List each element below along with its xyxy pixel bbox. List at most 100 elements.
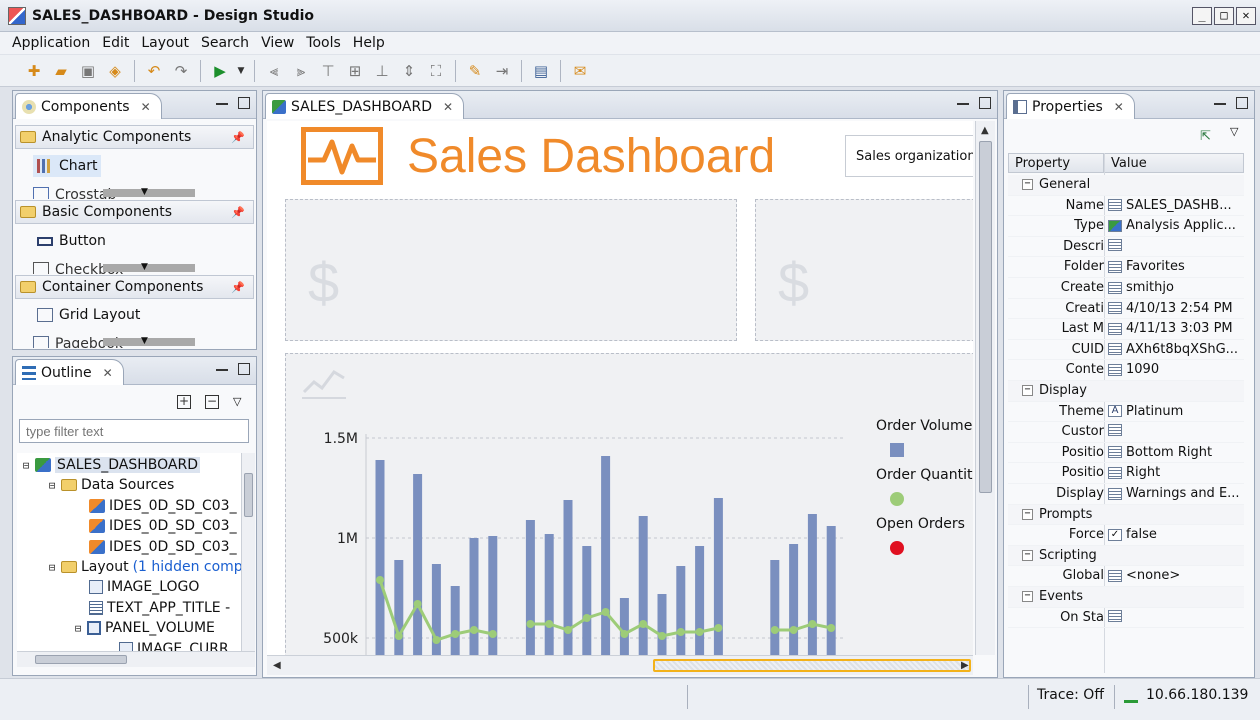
outline-vertical-scrollbar[interactable] [241, 453, 255, 651]
align-middle-icon[interactable]: ⊞ [343, 59, 367, 83]
align-right-icon[interactable]: ⫸ [289, 59, 313, 83]
scroll-thumb[interactable] [35, 655, 127, 664]
property-value[interactable]: Bottom Right [1108, 445, 1212, 460]
tab-properties[interactable]: Properties ✕ [1006, 93, 1135, 119]
tree-node-datasource[interactable]: IDES_0D_SD_C03_ [89, 496, 237, 516]
property-value[interactable] [1108, 238, 1126, 251]
collapse-category-icon[interactable]: − [1022, 385, 1033, 396]
edit-script-icon[interactable]: ✎ [463, 59, 487, 83]
save-all-icon[interactable]: ◈ [103, 59, 127, 83]
sales-organization-dropdown[interactable]: Sales organization [845, 135, 973, 177]
section-analytic-components[interactable]: Analytic Components 📌 [15, 125, 254, 149]
editor-vertical-scrollbar[interactable]: ▲ [975, 121, 995, 655]
tab-components[interactable]: Components ✕ [15, 93, 162, 119]
script-icon[interactable]: ✉ [568, 59, 592, 83]
property-row[interactable]: Creati 4/10/13 2:54 PM [1008, 299, 1244, 320]
align-top-icon[interactable]: ⊤ [316, 59, 340, 83]
property-row[interactable]: Custor [1008, 422, 1244, 443]
close-icon[interactable]: ✕ [1114, 100, 1124, 114]
close-icon[interactable]: ✕ [443, 100, 453, 114]
tree-node-panel-volume[interactable]: ⊟ PANEL_VOLUME [73, 618, 215, 638]
property-column-header[interactable]: Property [1008, 153, 1104, 173]
close-icon[interactable]: ✕ [141, 100, 151, 114]
expand-arrow-icon[interactable]: ▼ [141, 262, 148, 272]
collapse-twisty-icon[interactable]: ⊟ [47, 561, 57, 574]
property-row[interactable]: Folder Favorites [1008, 257, 1244, 278]
menu-application[interactable]: Application [6, 35, 96, 51]
menu-layout[interactable]: Layout [135, 35, 195, 51]
property-value[interactable] [1108, 424, 1126, 437]
close-button[interactable]: ✕ [1236, 7, 1256, 25]
component-grid-layout[interactable]: Grid Layout [33, 304, 144, 326]
distribute-icon[interactable]: ⇕ [397, 59, 421, 83]
property-category-row[interactable]: − General [1008, 175, 1244, 196]
open-folder-icon[interactable]: ▰ [49, 59, 73, 83]
menu-help[interactable]: Help [347, 35, 391, 51]
collapse-category-icon[interactable]: − [1022, 508, 1033, 520]
tree-node-root[interactable]: ⊟ SALES_DASHBOARD [21, 455, 200, 475]
pin-icon[interactable]: 📌 [231, 131, 245, 144]
tree-node-image-logo[interactable]: IMAGE_LOGO [89, 577, 199, 597]
maximize-panel-icon[interactable] [979, 97, 991, 109]
property-value[interactable]: ✓ false [1108, 527, 1157, 542]
property-category-row[interactable]: − Events [1008, 587, 1244, 608]
property-row[interactable]: Type Analysis Applic... [1008, 216, 1244, 237]
expand-arrow-icon[interactable]: ▼ [141, 336, 148, 346]
property-row[interactable]: Conte 1090 [1008, 360, 1244, 381]
tree-node-layout[interactable]: ⊟ Layout (1 hidden comp [47, 557, 241, 577]
tree-node-datasource[interactable]: IDES_0D_SD_C03_ [89, 516, 237, 536]
collapse-category-icon[interactable]: − [1022, 549, 1033, 561]
property-row[interactable]: Theme A Platinum [1008, 402, 1244, 423]
minimize-button[interactable]: _ [1192, 7, 1212, 25]
view-menu-icon[interactable]: ▽ [233, 395, 241, 409]
trace-status[interactable]: Trace: Off [1037, 687, 1104, 703]
property-row[interactable]: Positio Bottom Right [1008, 443, 1244, 464]
property-value[interactable] [1108, 609, 1126, 622]
chart-panel[interactable]: 1.5M 1M 500k Order Volume Order Quantity O… [285, 353, 973, 655]
property-value[interactable]: Warnings and E... [1108, 486, 1240, 501]
property-row[interactable]: Descri [1008, 237, 1244, 258]
pin-view-icon[interactable]: ⇱ [1200, 129, 1211, 144]
tree-node-image-curr[interactable]: IMAGE_CURR [119, 639, 229, 651]
maximize-button[interactable]: □ [1214, 7, 1234, 25]
tree-node-text-app-title[interactable]: TEXT_APP_TITLE - [89, 598, 230, 618]
fit-icon[interactable]: ⛶ [424, 59, 448, 83]
kpi-panel-right[interactable]: $ [755, 199, 973, 341]
minimize-panel-icon[interactable] [1214, 97, 1226, 105]
scroll-left-arrow-icon[interactable]: ◀ [273, 660, 281, 671]
collapse-category-icon[interactable]: − [1022, 591, 1033, 602]
scroll-thumb[interactable] [244, 473, 253, 517]
tab-outline[interactable]: Outline ✕ [15, 359, 124, 385]
menu-view[interactable]: View [255, 35, 300, 51]
expand-all-icon[interactable]: + [177, 395, 191, 409]
property-value[interactable]: SALES_DASHB... [1108, 198, 1232, 213]
editor-horizontal-scrollbar[interactable]: ◀ ▶ [267, 655, 973, 675]
maximize-panel-icon[interactable] [1236, 97, 1248, 109]
component-button[interactable]: Button [33, 230, 110, 252]
property-value[interactable]: A Platinum [1108, 404, 1183, 419]
menu-edit[interactable]: Edit [96, 35, 135, 51]
minimize-panel-icon[interactable] [957, 97, 969, 105]
run-dropdown-icon[interactable]: ▼ [235, 59, 247, 83]
property-value[interactable]: AXh6t8bqXShG... [1108, 342, 1238, 357]
property-row[interactable]: Display Warnings and E... [1008, 484, 1244, 505]
scroll-thumb[interactable] [979, 141, 992, 493]
property-row[interactable]: Positio Right [1008, 463, 1244, 484]
dashboard-canvas[interactable]: Sales Dashboard Sales organization $ $ 1… [267, 121, 973, 655]
property-value[interactable]: Favorites [1108, 259, 1185, 274]
collapse-twisty-icon[interactable]: ⊟ [21, 459, 31, 472]
pin-icon[interactable]: 📌 [231, 206, 245, 219]
tree-node-data-sources[interactable]: ⊟ Data Sources [47, 475, 175, 495]
property-row[interactable]: Create smithjo [1008, 278, 1244, 299]
run-icon[interactable]: ▶ [208, 59, 232, 83]
expand-arrow-icon[interactable]: ▼ [141, 187, 148, 197]
align-bottom-icon[interactable]: ⊥ [370, 59, 394, 83]
dashboard-logo[interactable] [301, 127, 383, 185]
dashboard-title[interactable]: Sales Dashboard [407, 129, 775, 184]
preview-icon[interactable]: ▤ [529, 59, 553, 83]
collapse-category-icon[interactable]: − [1022, 179, 1033, 190]
tab-sales-dashboard[interactable]: SALES_DASHBOARD ✕ [265, 93, 465, 119]
save-icon[interactable]: ▣ [76, 59, 100, 83]
collapse-twisty-icon[interactable]: ⊟ [73, 622, 83, 635]
component-chart[interactable]: Chart [33, 155, 102, 177]
